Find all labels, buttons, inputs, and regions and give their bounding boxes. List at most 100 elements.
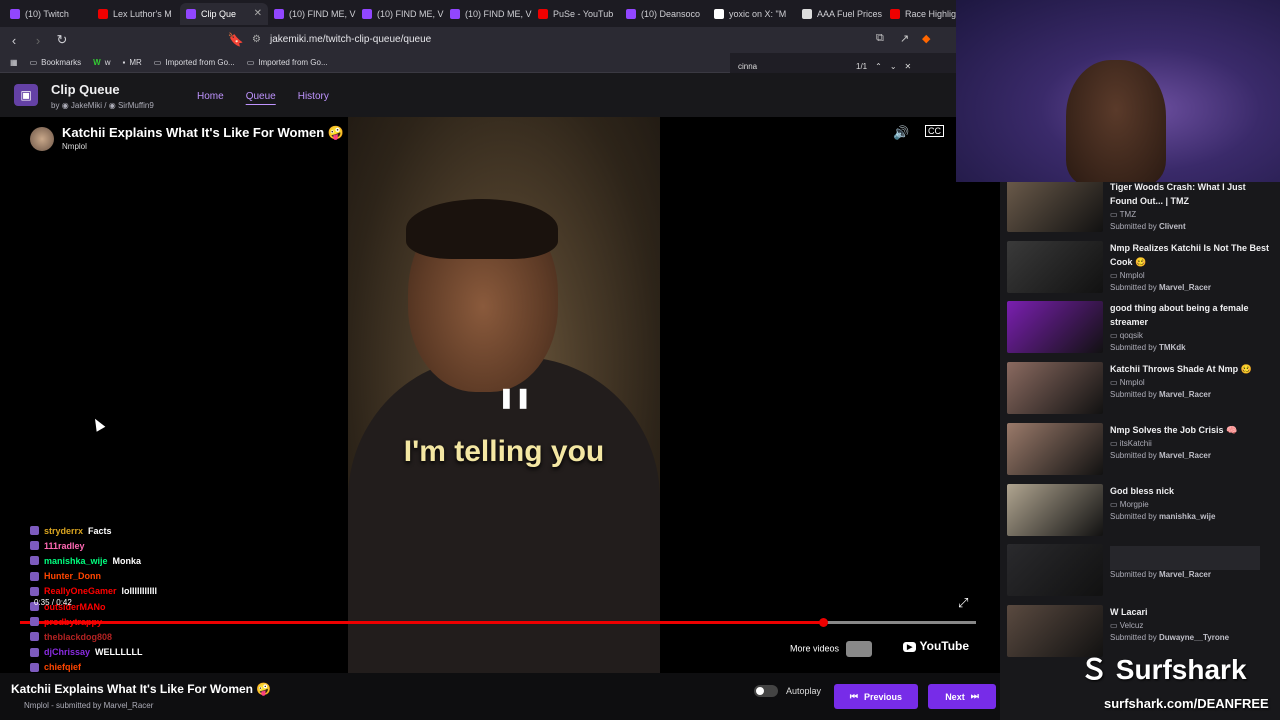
nav-queue[interactable]: Queue bbox=[246, 91, 276, 102]
share-icon[interactable]: ↗ bbox=[900, 32, 909, 45]
reload-icon[interactable]: ↻ bbox=[52, 32, 72, 48]
queue-item-title[interactable]: God bless nick bbox=[1110, 484, 1270, 498]
chat-badge-icon bbox=[30, 571, 39, 581]
captions-icon[interactable]: CC bbox=[925, 125, 944, 137]
queue-thumbnail[interactable] bbox=[1007, 422, 1103, 475]
bookmark-icon[interactable]: 🔖 bbox=[226, 32, 246, 48]
browser-tab[interactable]: Lex Luthor's M bbox=[92, 3, 180, 25]
apps-grid-icon[interactable]: ▦ bbox=[10, 58, 18, 67]
chat-text: Facts bbox=[88, 525, 112, 536]
bookmark-w[interactable]: Ww bbox=[93, 58, 110, 67]
find-next-icon[interactable]: ⌄ bbox=[890, 62, 897, 71]
video-caption: I'm telling you bbox=[403, 435, 605, 468]
forward-icon[interactable]: › bbox=[28, 33, 48, 48]
channel-icon: ▭ bbox=[1110, 620, 1120, 630]
queue-item-title[interactable]: good thing about being a female streamer bbox=[1110, 301, 1270, 329]
queue-item-submitter: Submitted by Marvel_Racer bbox=[1110, 282, 1211, 292]
video-frame[interactable]: ❚❚ I'm telling you bbox=[348, 117, 660, 673]
footer-clip-title: Katchii Explains What It's Like For Wome… bbox=[11, 682, 272, 696]
clip-channel-overlay[interactable]: Nmplol bbox=[62, 142, 87, 151]
clip-title-overlay[interactable]: Katchii Explains What It's Like For Wome… bbox=[62, 125, 344, 141]
github-icon: ◉ bbox=[61, 101, 69, 110]
queue-item[interactable]: Tiger Woods Crash: What I Just Found Out… bbox=[1007, 180, 1272, 236]
browser-tab[interactable]: (10) FIND ME, V bbox=[268, 3, 356, 25]
tab-favicon-icon bbox=[98, 8, 108, 19]
chat-badge-icon bbox=[30, 662, 39, 672]
url-text: jakemiki.me/twitch-clip-queue/queue bbox=[270, 34, 432, 45]
footer-clip-submitter: Nmplol - submitted by Marvel_Racer bbox=[24, 701, 154, 710]
nav-home[interactable]: Home bbox=[197, 91, 224, 102]
browser-tab[interactable]: (10) FIND ME, V bbox=[356, 3, 444, 25]
url-field[interactable]: ⚙ jakemiki.me/twitch-clip-queue/queue bbox=[248, 31, 868, 49]
next-label: Next bbox=[945, 691, 965, 702]
tab-close-icon[interactable]: ✕ bbox=[254, 8, 262, 19]
chat-username: djChrissay bbox=[44, 647, 91, 658]
queue-item[interactable]: God bless nick ▭ Morgpie Submitted by mani… bbox=[1007, 483, 1272, 540]
back-icon[interactable]: ‹ bbox=[4, 33, 24, 48]
chat-username: 111radley bbox=[44, 540, 85, 551]
nav-history[interactable]: History bbox=[298, 91, 329, 102]
queue-item-title[interactable]: W Lacari bbox=[1110, 605, 1270, 619]
chat-message: prodbytrappy bbox=[0, 614, 220, 629]
extensions-icon[interactable]: ⧉ bbox=[876, 32, 884, 45]
queue-item-title[interactable]: Katchii Throws Shade At Nmp 🥴 bbox=[1110, 362, 1270, 376]
brave-shield-icon[interactable]: ◆ bbox=[922, 32, 930, 45]
site-info-icon[interactable]: ⚙ bbox=[252, 31, 261, 49]
next-button[interactable]: Next ⏭ bbox=[928, 684, 996, 709]
queue-item-submitter: Submitted by Marvel_Racer bbox=[1110, 390, 1211, 400]
queue-item[interactable]: good thing about being a female streamer… bbox=[1007, 301, 1272, 357]
bookmark-imported-1[interactable]: ▭ Imported from Go... bbox=[154, 58, 235, 67]
find-input[interactable]: cinna bbox=[738, 62, 848, 71]
queue-thumbnail[interactable] bbox=[1007, 180, 1103, 232]
queue-item-submitter: Submitted by Clivent bbox=[1110, 222, 1186, 231]
queue-thumbnail[interactable] bbox=[1007, 301, 1103, 354]
queue-item-title[interactable]: Tiger Woods Crash: What I Just Found Out… bbox=[1110, 180, 1270, 208]
autoplay-toggle[interactable]: Autoplay bbox=[754, 685, 821, 697]
browser-tab[interactable]: (10) Twitch bbox=[4, 3, 92, 25]
queue-thumbnail[interactable] bbox=[1007, 483, 1103, 536]
channel-avatar[interactable] bbox=[30, 127, 54, 151]
autoplay-switch[interactable] bbox=[754, 685, 778, 697]
queue-item-channel: ▭ qoqsik bbox=[1110, 331, 1143, 341]
queue-item-title-placeholder bbox=[1110, 546, 1260, 571]
chat-message: ReallyOneGamer lolllllllllll bbox=[0, 584, 220, 599]
browser-tab[interactable]: PuSe - YouTub bbox=[532, 3, 620, 25]
browser-tab[interactable]: AAA Fuel Prices bbox=[796, 3, 884, 25]
queue-item-channel: ▭ TMZ bbox=[1110, 210, 1137, 219]
queue-thumbnail[interactable] bbox=[1007, 362, 1103, 415]
pause-icon[interactable]: ❚❚ bbox=[498, 385, 532, 410]
queue-item[interactable]: Katchii Throws Shade At Nmp 🥴 ▭ Nmplol Sub… bbox=[1007, 362, 1272, 418]
browser-tab[interactable]: (10) FIND ME, V bbox=[444, 3, 532, 25]
author-link-sirmuffin[interactable]: SirMuffin9 bbox=[118, 101, 154, 110]
browser-tab[interactable]: (10) Deansoco bbox=[620, 3, 708, 25]
queue-thumbnail[interactable] bbox=[1007, 240, 1103, 293]
browser-tab[interactable]: yoxic on X: "M bbox=[708, 3, 796, 25]
previous-icon: ⏮ bbox=[849, 691, 859, 701]
queue-thumbnail[interactable] bbox=[1007, 544, 1103, 597]
fullscreen-icon[interactable]: ⤢ bbox=[958, 595, 968, 611]
queue-item-title[interactable]: Nmp Solves the Job Crisis 🧠 bbox=[1110, 423, 1270, 437]
clip-queue-logo-icon[interactable]: ▣ bbox=[14, 84, 38, 106]
bookmark-bookmarks[interactable]: ▭ Bookmarks bbox=[30, 58, 82, 67]
queue-item-title[interactable]: Nmp Realizes Katchii Is Not The Best Coo… bbox=[1110, 241, 1270, 269]
previous-button[interactable]: ⏮ Previous bbox=[834, 684, 918, 709]
tab-favicon-icon bbox=[450, 8, 460, 19]
tab-label: (10) FIND ME, V bbox=[377, 8, 444, 19]
more-videos-button[interactable]: More videos bbox=[790, 641, 872, 657]
bookmark-imported-2[interactable]: ▭ Imported from Go... bbox=[247, 58, 328, 67]
chat-badge-icon bbox=[30, 617, 39, 627]
video-timecode: 0:35 / 0:42 bbox=[34, 598, 72, 607]
progress-scrubber[interactable] bbox=[819, 618, 829, 627]
bookmark-label: w bbox=[104, 58, 111, 67]
queue-item[interactable]: Nmp Solves the Job Crisis 🧠 ▭ itsKatchii S… bbox=[1007, 422, 1272, 479]
browser-tab[interactable]: Clip Que ✕ bbox=[180, 2, 268, 25]
queue-item[interactable]: Nmp Realizes Katchii Is Not The Best Coo… bbox=[1007, 240, 1272, 297]
bookmark-mr[interactable]: ▪ MR bbox=[122, 58, 141, 67]
author-link-jakemiki[interactable]: JakeMiki bbox=[71, 101, 102, 110]
youtube-logo[interactable]: ▶ YouTube bbox=[903, 639, 969, 653]
volume-icon[interactable]: 🔊 bbox=[893, 125, 909, 141]
folder-icon: ▭ bbox=[29, 58, 38, 67]
queue-item[interactable]: Submitted by Marvel_Racer bbox=[1007, 544, 1272, 600]
find-close-icon[interactable]: ✕ bbox=[905, 62, 912, 71]
find-prev-icon[interactable]: ⌃ bbox=[875, 62, 882, 71]
